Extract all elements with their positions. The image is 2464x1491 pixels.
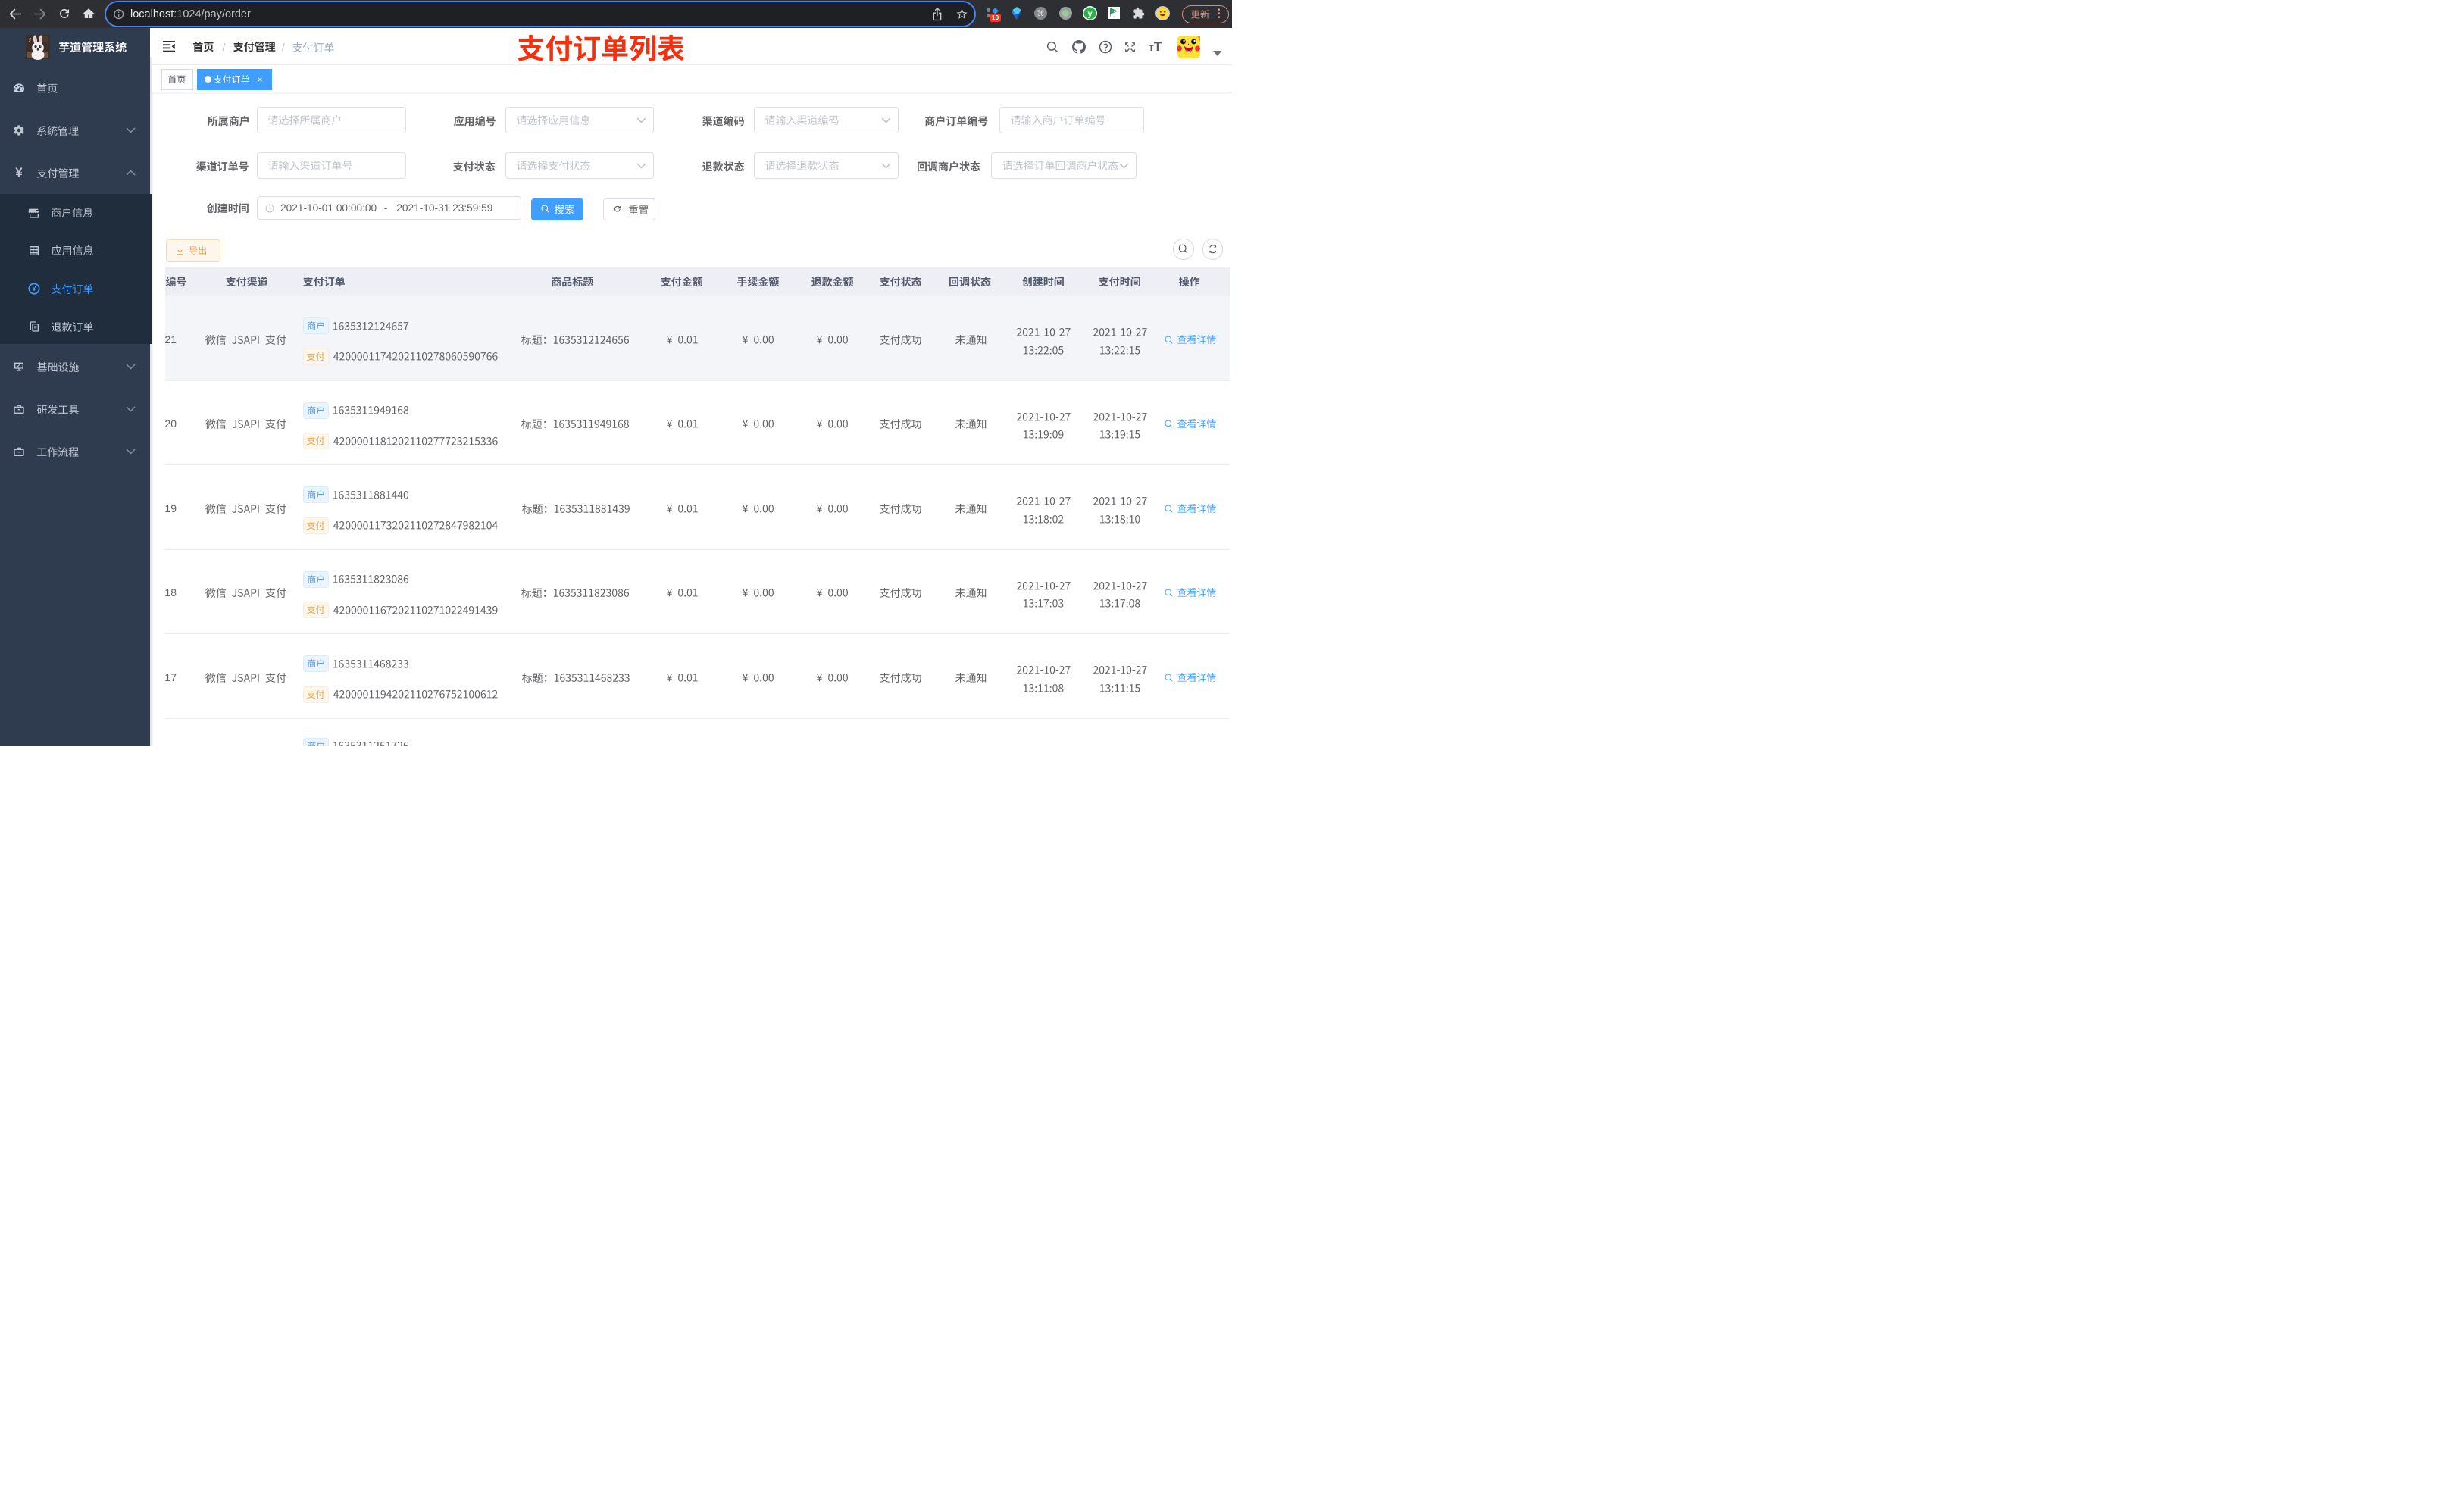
svg-text:⌘: ⌘	[1037, 10, 1045, 18]
svg-text:y: y	[1088, 9, 1093, 18]
svg-text:¥: ¥	[33, 285, 36, 292]
